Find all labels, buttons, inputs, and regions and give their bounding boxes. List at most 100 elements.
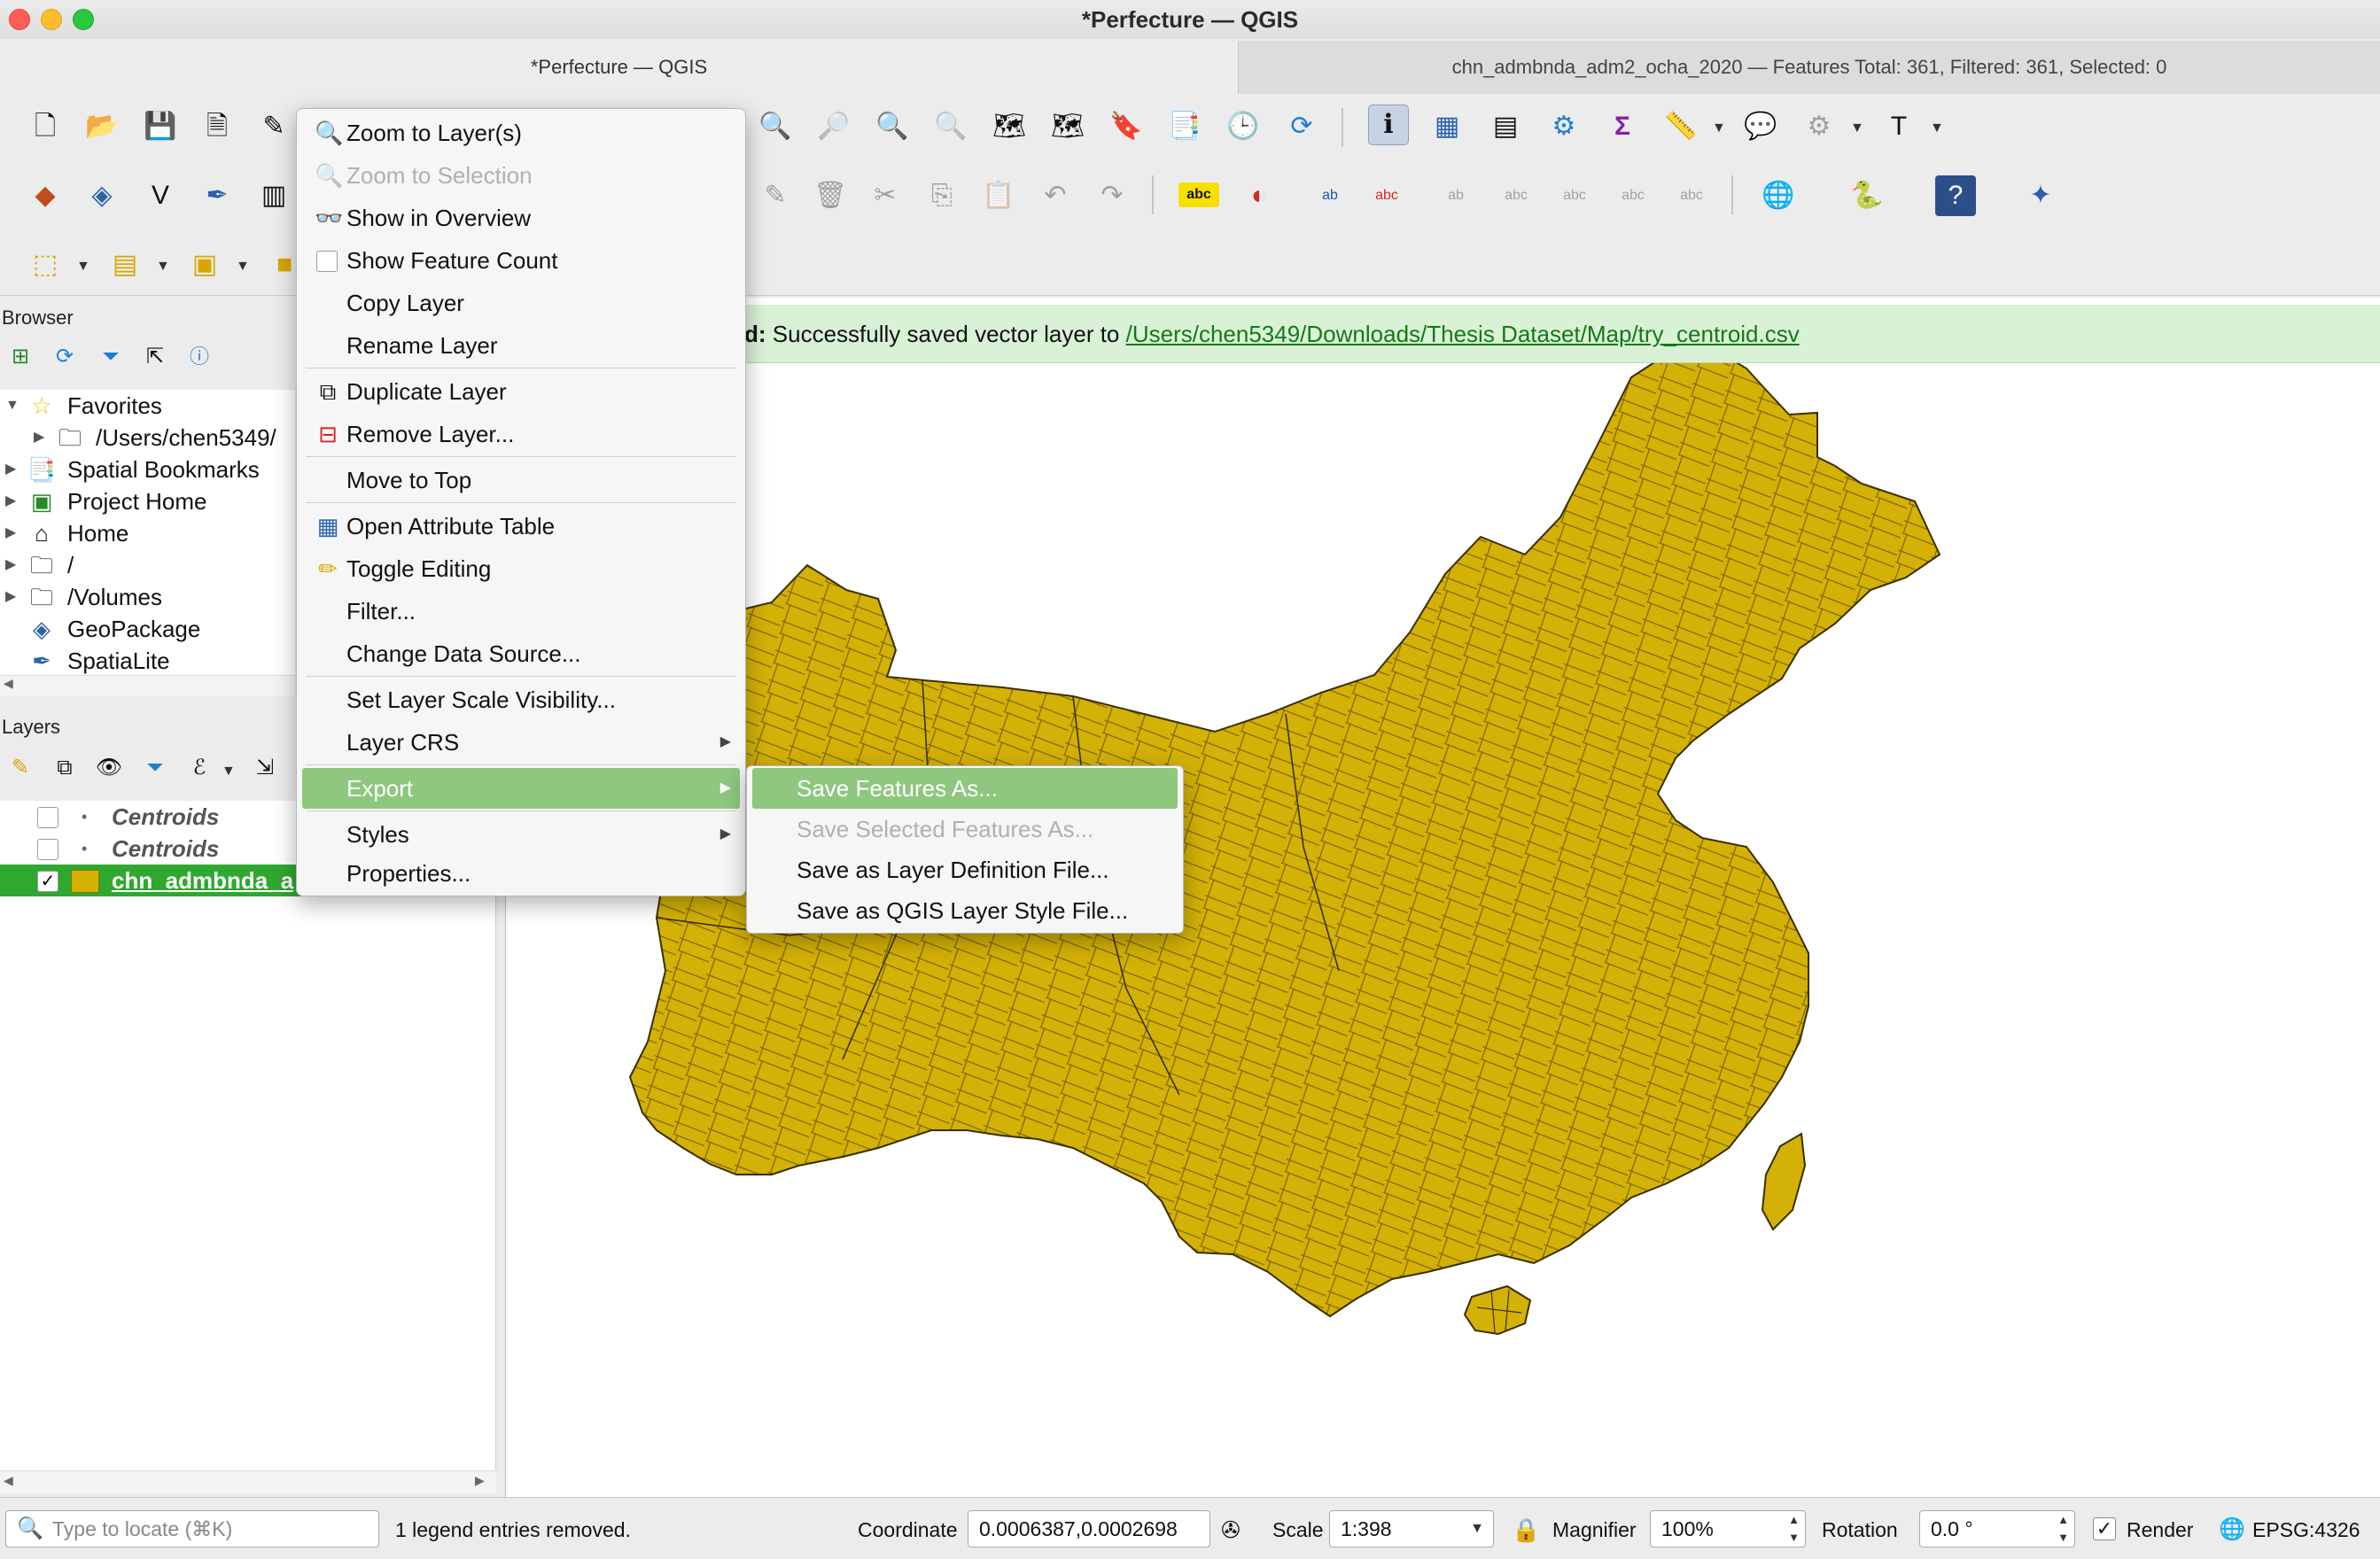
collapse-all-icon[interactable]: ⇱ <box>140 342 170 372</box>
menu-toggle-editing[interactable]: ✏ Toggle Editing <box>302 548 740 589</box>
text-annotation-dropdown-icon[interactable]: ▼ <box>1930 120 1944 136</box>
menu-zoom-to-selection[interactable]: 🔍 Zoom to Selection <box>302 155 740 196</box>
delete-selected-icon[interactable]: 🗑 <box>810 175 851 216</box>
crs-globe-icon[interactable]: 🌐 <box>2219 1512 2245 1547</box>
add-group-icon[interactable]: ⧉ <box>50 753 80 783</box>
annotation-settings-icon[interactable]: ⚙ <box>1799 106 1839 147</box>
zoom-last-icon[interactable]: 🗺 <box>1047 106 1088 147</box>
measure-line-icon[interactable]: 📏 <box>1661 106 1701 147</box>
browser-item-spatial-bookmarks[interactable]: ▶ 📑 Spatial Bookmarks <box>0 454 295 485</box>
menu-set-layer-scale-visibility[interactable]: Set Layer Scale Visibility... <box>302 679 740 720</box>
rotation-spinbox[interactable]: 0.0 ° ▲ ▼ <box>1919 1510 2075 1547</box>
temporal-controller-icon[interactable]: 🕒 <box>1223 106 1264 147</box>
field-calculator-icon[interactable]: ▤ <box>1485 106 1526 147</box>
coordinate-field[interactable]: 0.0006387,0.0002698 <box>968 1510 1210 1547</box>
saved-file-link[interactable]: /Users/chen5349/Downloads/Thesis Dataset… <box>1126 321 1800 347</box>
menu-duplicate-layer[interactable]: ⧉ Duplicate Layer <box>302 371 740 412</box>
menu-save-as-qgis-layer-style[interactable]: Save as QGIS Layer Style File... <box>752 890 1178 931</box>
processing-toolbox-icon[interactable]: ⚙ <box>1544 106 1584 147</box>
change-label-icon[interactable]: abc <box>1554 175 1595 216</box>
select-features-icon[interactable]: ⬚ <box>25 244 66 285</box>
cut-features-icon[interactable]: ✂ <box>865 175 906 216</box>
measure-dropdown-icon[interactable]: ▼ <box>1712 120 1726 136</box>
copy-features-icon[interactable]: ⎘ <box>922 175 962 216</box>
rotate-label-icon[interactable]: abc <box>1496 175 1536 216</box>
redo-icon[interactable]: ↷ <box>1092 175 1132 216</box>
show-hide-labels-icon[interactable]: abc <box>1366 175 1407 216</box>
browser-item-root[interactable]: ▶ 🗀 / <box>0 549 295 581</box>
collapsed-arrow-icon[interactable]: ▶ <box>34 422 44 454</box>
collapsed-arrow-icon[interactable]: ▶ <box>5 581 16 613</box>
menu-show-in-overview[interactable]: 👓 Show in Overview <box>302 198 740 238</box>
scroll-left-icon[interactable]: ◀ <box>4 1473 13 1488</box>
add-delimited-text-icon[interactable]: V <box>140 175 181 216</box>
layer-visibility-checkbox[interactable]: ✓ <box>37 871 58 892</box>
paste-features-icon[interactable]: 📋 <box>978 175 1019 216</box>
feature-count-checkbox[interactable] <box>316 251 338 272</box>
move-label-icon[interactable]: ab <box>1435 175 1476 216</box>
menu-layer-crs[interactable]: Layer CRS ▶ <box>302 722 740 763</box>
locator-search-input[interactable]: 🔍 Type to locate (⌘K) <box>5 1510 379 1547</box>
menu-save-selected-features-as[interactable]: Save Selected Features As... <box>752 809 1178 849</box>
tab-project[interactable]: *Perfecture — QGIS <box>0 41 1239 94</box>
deselect-dropdown-icon[interactable]: ▼ <box>236 259 250 275</box>
new-project-icon[interactable]: 🗋 <box>25 106 66 147</box>
python-console-icon[interactable]: 🐍 <box>1847 175 1887 216</box>
layers-horizontal-scrollbar[interactable]: ◀ ▶ <box>0 1470 496 1493</box>
map-tips-icon[interactable]: 💬 <box>1740 106 1781 147</box>
collapsed-arrow-icon[interactable]: ▶ <box>5 517 16 549</box>
manage-visibility-icon[interactable]: 👁 <box>94 753 124 783</box>
menu-rename-layer[interactable]: Rename Layer <box>302 325 740 366</box>
zoom-window-button[interactable] <box>73 9 94 30</box>
scroll-left-icon[interactable]: ◀ <box>4 676 13 691</box>
layer-visibility-checkbox[interactable] <box>37 807 58 828</box>
minimize-window-button[interactable] <box>41 9 62 30</box>
menu-styles[interactable]: Styles ▶ <box>302 814 740 855</box>
add-database-layer-icon[interactable]: ▥ <box>253 175 294 216</box>
menu-remove-layer[interactable]: ⊟ Remove Layer... <box>302 414 740 454</box>
properties-info-icon[interactable]: ⓘ <box>184 342 214 372</box>
add-vector-layer-icon[interactable]: ◆ <box>25 175 66 216</box>
save-project-icon[interactable]: 💾 <box>140 106 181 147</box>
scroll-right-icon[interactable]: ▶ <box>475 1473 485 1488</box>
identify-features-icon[interactable]: ℹ <box>1368 105 1409 145</box>
expanded-arrow-icon[interactable]: ▼ <box>5 390 19 422</box>
lock-scale-icon[interactable]: 🔒 <box>1512 1512 1540 1547</box>
add-selected-layers-icon[interactable]: ⊞ <box>5 342 35 372</box>
add-spatialite-layer-icon[interactable]: ✒ <box>197 175 237 216</box>
menu-save-features-as[interactable]: Save Features As... <box>752 768 1178 809</box>
deselect-all-icon[interactable]: ▣ <box>184 244 225 285</box>
zoom-native-icon[interactable]: 🔎 <box>813 106 854 147</box>
text-annotation-icon[interactable]: T <box>1878 106 1919 147</box>
new-bookmark-icon[interactable]: 🔖 <box>1106 106 1147 147</box>
expand-all-icon[interactable]: ⇲ <box>250 753 280 783</box>
style-manager-icon[interactable]: ✎ <box>253 106 294 147</box>
plugin-globe-icon[interactable]: 🌐 <box>1758 175 1799 216</box>
browser-item-project-home[interactable]: ▶ ▣ Project Home <box>0 485 295 517</box>
show-bookmarks-icon[interactable]: 📑 <box>1164 106 1205 147</box>
annotation-dropdown-icon[interactable]: ▼ <box>1850 120 1864 136</box>
menu-show-feature-count[interactable]: Show Feature Count <box>302 240 740 281</box>
tab-attribute-table[interactable]: chn_admbnda_adm2_ocha_2020 — Features To… <box>1239 41 2380 94</box>
collapsed-arrow-icon[interactable]: ▶ <box>5 485 16 517</box>
spin-arrows-icon[interactable]: ▲ ▼ <box>2057 1511 2069 1547</box>
menu-change-data-source[interactable]: Change Data Source... <box>302 633 740 674</box>
menu-filter[interactable]: Filter... <box>302 591 740 632</box>
open-attribute-table-icon[interactable]: ▦ <box>1427 106 1467 147</box>
filter-expression-icon[interactable]: ℰ <box>184 753 214 783</box>
select-by-value-dropdown-icon[interactable]: ▼ <box>156 259 170 275</box>
select-by-value-icon[interactable]: ▤ <box>105 244 145 285</box>
collapsed-arrow-icon[interactable]: ▶ <box>5 549 16 581</box>
magnifier-spinbox[interactable]: 100% ▲ ▼ <box>1650 1510 1806 1547</box>
style-layer-icon[interactable]: ✎ <box>5 753 35 783</box>
zoom-layer-icon[interactable]: 🗺 <box>989 106 1030 147</box>
browser-item-volumes[interactable]: ▶ 🗀 /Volumes <box>0 581 295 613</box>
unpin-labels-icon[interactable]: abc <box>1671 175 1712 216</box>
zoom-full-icon[interactable]: 🔍 <box>872 106 913 147</box>
filter-expression-dropdown-icon[interactable]: ▼ <box>222 764 236 780</box>
new-print-layout-icon[interactable]: 🗎 <box>197 106 237 147</box>
scale-dropdown-icon[interactable]: ▼ <box>1470 1511 1484 1547</box>
menu-export[interactable]: Export ▶ <box>302 768 740 809</box>
menu-properties[interactable]: Properties... <box>302 853 740 894</box>
save-edits-icon[interactable]: ✎ <box>755 175 796 216</box>
